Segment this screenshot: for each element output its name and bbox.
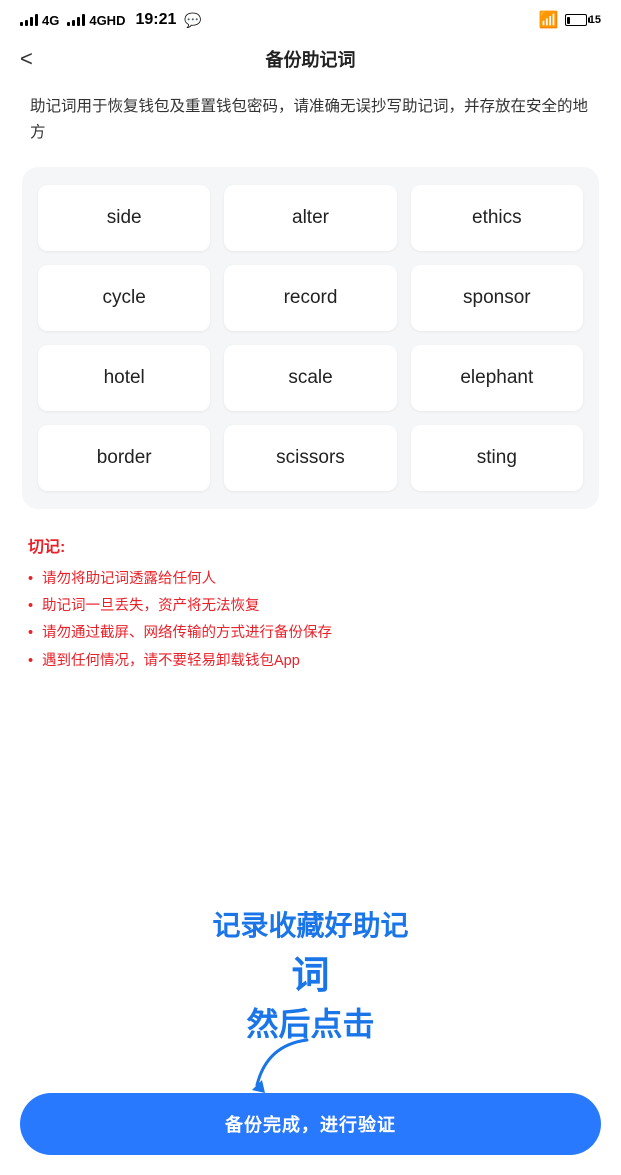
description-section: 助记词用于恢复钱包及重置钱包密码，请准确无误抄写助记词，并存放在安全的地方 (0, 84, 621, 167)
mnemonic-word-3: ethics (411, 185, 583, 251)
annotation-overlay: 记录收藏好助记 词 然后点击 (212, 904, 408, 1045)
battery-pct: 15 (589, 14, 601, 26)
annotation-line3: 然后点击 (212, 999, 408, 1045)
nav-bar: < 备份助记词 (0, 36, 621, 84)
mnemonic-word-5: record (224, 265, 396, 331)
status-bar: 4G 4GHD 19:21 💬 📶 15 (0, 0, 621, 36)
mnemonic-word-8: scale (224, 345, 396, 411)
status-right: 📶 15 (539, 10, 601, 30)
warning-section: 切记: 请勿将助记词透露给任何人助记词一旦丢失，资产将无法恢复请勿通过截屏、网络… (0, 533, 621, 707)
arrow-annotation (247, 1035, 327, 1095)
mnemonic-word-2: alter (224, 185, 396, 251)
mnemonic-word-6: sponsor (411, 265, 583, 331)
bottom-btn-wrap: 备份完成，进行验证 (20, 1093, 601, 1155)
signal-label-2: 4GHD (89, 13, 125, 28)
signal-icon-2 (67, 14, 85, 26)
warning-item-3: 请勿通过截屏、网络传输的方式进行备份保存 (28, 621, 593, 646)
warning-item-4: 遇到任何情况，请不要轻易卸载钱包App (28, 649, 593, 674)
mnemonic-word-1: side (38, 185, 210, 251)
battery-indicator: 15 (565, 14, 601, 26)
signal-icon-1 (20, 14, 38, 26)
warning-item-1: 请勿将助记词透露给任何人 (28, 567, 593, 592)
mnemonic-grid: sidealterethics cyclerecordsponsor hotelsc… (38, 185, 583, 491)
signal-label-1: 4G (42, 13, 59, 28)
mnemonic-word-12: sting (411, 425, 583, 491)
status-time: 19:21 (135, 11, 176, 29)
annotation-line2: 词 (212, 944, 408, 999)
page-title: 备份助记词 (266, 46, 356, 72)
annotation-line1: 记录收藏好助记 (212, 904, 408, 944)
back-button[interactable]: < (20, 46, 33, 72)
battery-fill (567, 17, 570, 24)
mnemonic-word-10: border (38, 425, 210, 491)
status-left: 4G 4GHD 19:21 💬 (20, 11, 202, 29)
mnemonic-word-9: elephant (411, 345, 583, 411)
warning-item-2: 助记词一旦丢失，资产将无法恢复 (28, 594, 593, 619)
mnemonic-word-11: scissors (224, 425, 396, 491)
mnemonic-word-4: cycle (38, 265, 210, 331)
warning-title: 切记: (28, 533, 593, 557)
wechat-icon: 💬 (184, 12, 201, 29)
confirm-button[interactable]: 备份完成，进行验证 (20, 1093, 601, 1155)
warning-list: 请勿将助记词透露给任何人助记词一旦丢失，资产将无法恢复请勿通过截屏、网络传输的方… (28, 567, 593, 675)
mnemonic-word-7: hotel (38, 345, 210, 411)
wifi-icon: 📶 (539, 10, 559, 30)
battery-body (565, 14, 587, 26)
mnemonic-container: sidealterethics cyclerecordsponsor hotelsc… (22, 167, 599, 509)
description-text: 助记词用于恢复钱包及重置钱包密码，请准确无误抄写助记词，并存放在安全的地方 (30, 98, 588, 141)
